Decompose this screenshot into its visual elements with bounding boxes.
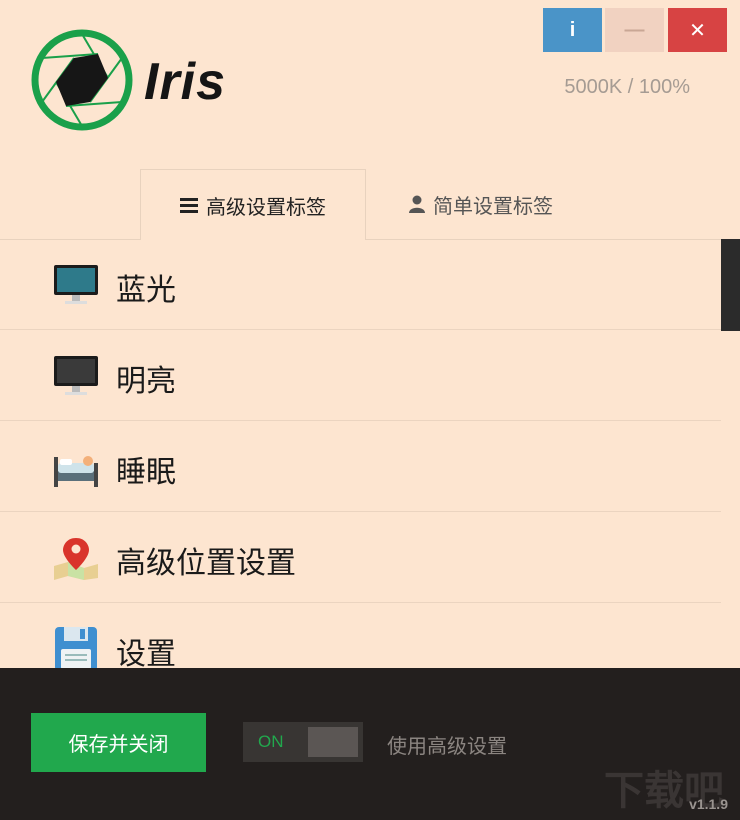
minimize-button[interactable]: — bbox=[605, 8, 664, 52]
map-pin-icon bbox=[54, 538, 98, 580]
monitor-blue-icon bbox=[54, 265, 98, 304]
user-icon bbox=[409, 195, 425, 213]
iris-logo-icon bbox=[31, 29, 133, 131]
list-item-settings[interactable]: 设置 bbox=[0, 603, 722, 668]
list-item-label: 睡眠 bbox=[116, 455, 176, 490]
minimize-icon: — bbox=[624, 18, 645, 41]
list-item-brightness[interactable]: 明亮 bbox=[0, 330, 722, 421]
tab-simple-settings[interactable]: 简单设置标签 bbox=[366, 169, 596, 239]
close-icon: ✕ bbox=[689, 19, 706, 42]
advanced-settings-label: 使用高级设置 bbox=[387, 736, 507, 758]
list-item-label: 设置 bbox=[116, 637, 176, 668]
toggle-knob[interactable] bbox=[308, 727, 358, 757]
tab-label: 高级设置标签 bbox=[206, 196, 326, 219]
settings-list: 蓝光 明亮 睡眠 高级位置设置 设置 bbox=[0, 239, 722, 668]
iris-window: i — ✕ Iris 5000K / 100% 高级设置标签 简单设置标签 蓝光… bbox=[0, 0, 740, 820]
footer-bar: 保存并关闭 ON 使用高级设置 下载吧 v1.1.9 bbox=[0, 668, 740, 820]
toggle-state-label: ON bbox=[258, 732, 284, 751]
list-item-advanced-location[interactable]: 高级位置设置 bbox=[0, 512, 722, 603]
list-item-sleep[interactable]: 睡眠 bbox=[0, 421, 722, 512]
list-item-label: 蓝光 bbox=[116, 273, 176, 308]
floppy-disk-icon bbox=[55, 627, 97, 668]
bed-icon bbox=[54, 456, 98, 487]
version-label: v1.1.9 bbox=[689, 796, 728, 812]
advanced-settings-toggle[interactable]: ON bbox=[243, 722, 363, 762]
list-item-label: 明亮 bbox=[116, 364, 176, 399]
tab-label: 简单设置标签 bbox=[433, 195, 553, 218]
info-button[interactable]: i bbox=[543, 8, 602, 52]
list-scrollbar[interactable] bbox=[721, 239, 740, 668]
save-and-close-button[interactable]: 保存并关闭 bbox=[31, 713, 206, 772]
tab-bar: 高级设置标签 简单设置标签 bbox=[0, 169, 740, 240]
close-button[interactable]: ✕ bbox=[668, 8, 727, 52]
info-icon: i bbox=[569, 18, 576, 41]
hamburger-icon bbox=[180, 198, 198, 213]
scrollbar-thumb[interactable] bbox=[721, 239, 740, 331]
monitor-dark-icon bbox=[54, 356, 98, 395]
temperature-readout: 5000K / 100% bbox=[564, 76, 690, 98]
tab-advanced-settings[interactable]: 高级设置标签 bbox=[140, 169, 366, 240]
list-item-label: 高级位置设置 bbox=[116, 546, 296, 581]
app-name: Iris bbox=[144, 53, 227, 111]
list-item-blue-light[interactable]: 蓝光 bbox=[0, 239, 722, 330]
